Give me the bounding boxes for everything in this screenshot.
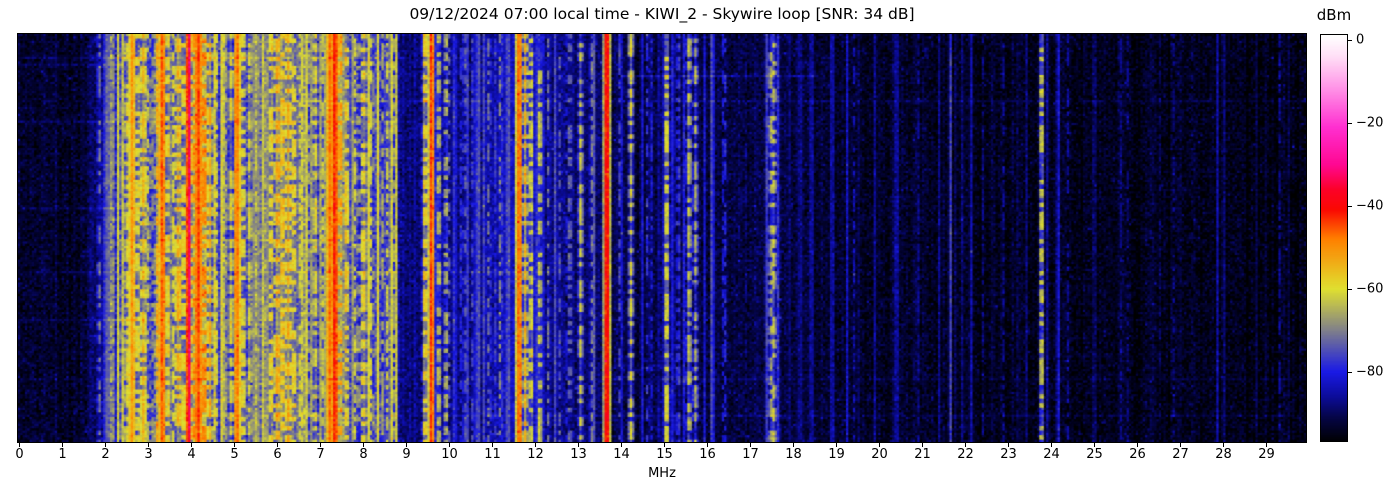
x-tick-label: 5	[230, 447, 238, 462]
chart-title: 09/12/2024 07:00 local time - KIWI_2 - S…	[17, 5, 1307, 23]
x-tick-label: 0	[15, 447, 23, 462]
x-tick-label: 17	[742, 447, 759, 462]
colorbar-tick-mark	[1348, 123, 1352, 124]
x-tick-label: 22	[957, 447, 974, 462]
x-tick-label: 27	[1172, 447, 1189, 462]
x-tick-label: 18	[785, 447, 802, 462]
colorbar-tick-label: −60	[1356, 282, 1383, 297]
colorbar-tick-label: −40	[1356, 199, 1383, 214]
x-tick-label: 23	[1000, 447, 1017, 462]
colorbar-tick-mark	[1348, 206, 1352, 207]
x-tick-label: 28	[1215, 447, 1232, 462]
x-tick-label: 2	[101, 447, 109, 462]
x-tick-label: 13	[570, 447, 587, 462]
x-tick-label: 21	[914, 447, 931, 462]
colorbar-title: dBm	[1308, 6, 1360, 24]
x-tick-label: 14	[613, 447, 630, 462]
colorbar-tick-mark	[1348, 289, 1352, 290]
waterfall-canvas	[18, 34, 1306, 442]
spectrogram-figure: 09/12/2024 07:00 local time - KIWI_2 - S…	[0, 0, 1400, 500]
x-tick-label: 26	[1129, 447, 1146, 462]
x-tick-label: 25	[1086, 447, 1103, 462]
x-tick-label: 9	[402, 447, 410, 462]
x-tick-label: 12	[527, 447, 544, 462]
colorbar-canvas	[1321, 35, 1347, 441]
x-tick-label: 19	[828, 447, 845, 462]
x-tick-label: 7	[316, 447, 324, 462]
x-tick-label: 20	[871, 447, 888, 462]
x-tick-label: 4	[187, 447, 195, 462]
colorbar-tick-label: 0	[1356, 32, 1364, 47]
x-tick-label: 10	[441, 447, 458, 462]
x-axis-label: MHz	[17, 466, 1307, 481]
colorbar-tick-mark	[1348, 372, 1352, 373]
waterfall-plot	[17, 33, 1307, 443]
x-tick-label: 8	[359, 447, 367, 462]
x-tick-label: 16	[699, 447, 716, 462]
x-tick-label: 1	[58, 447, 66, 462]
x-tick-label: 6	[273, 447, 281, 462]
x-tick-label: 29	[1258, 447, 1275, 462]
colorbar	[1320, 34, 1348, 442]
colorbar-tick-mark	[1348, 40, 1352, 41]
x-tick-label: 24	[1043, 447, 1060, 462]
colorbar-tick-label: −20	[1356, 116, 1383, 131]
colorbar-tick-label: −80	[1356, 365, 1383, 380]
x-tick-label: 11	[484, 447, 501, 462]
x-tick-label: 15	[656, 447, 673, 462]
x-tick-label: 3	[144, 447, 152, 462]
